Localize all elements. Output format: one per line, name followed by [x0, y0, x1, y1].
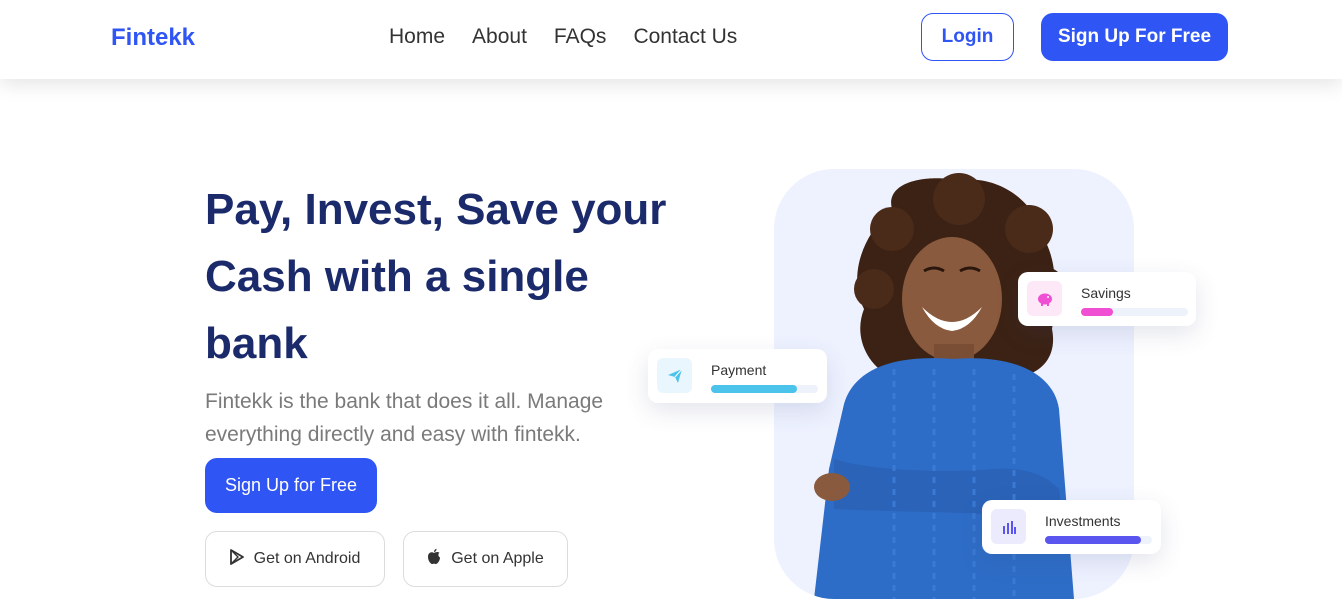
hero-signup-button[interactable]: Sign Up for Free: [205, 458, 377, 513]
hero-title: Pay, Invest, Save your Cash with a singl…: [205, 185, 667, 368]
site-header: Fintekk Home About FAQs Contact Us Login…: [0, 0, 1342, 79]
apple-store-label: Get on Apple: [451, 550, 544, 567]
bar-chart-icon: [991, 509, 1026, 544]
apple-icon: [427, 548, 441, 570]
payment-progress: [711, 385, 818, 393]
hero-subtitle: Fintekk is the bank that does it all. Ma…: [205, 390, 604, 446]
login-button[interactable]: Login: [921, 13, 1014, 61]
savings-progress: [1081, 308, 1188, 316]
send-icon: [657, 358, 692, 393]
android-store-button[interactable]: Get on Android: [205, 531, 385, 587]
brand-logo[interactable]: Fintekk: [111, 24, 195, 52]
nav-faqs[interactable]: FAQs: [554, 25, 607, 49]
nav-contact[interactable]: Contact Us: [633, 25, 737, 49]
main-nav: Home About FAQs Contact Us: [389, 25, 737, 49]
android-store-label: Get on Android: [253, 550, 361, 567]
payment-label: Payment: [711, 362, 767, 378]
investments-progress: [1045, 536, 1152, 544]
investments-card: Investments: [982, 500, 1161, 554]
investments-label: Investments: [1045, 513, 1121, 529]
signup-button[interactable]: Sign Up For Free: [1041, 13, 1228, 61]
payment-card: Payment: [648, 349, 827, 403]
savings-card: Savings: [1018, 272, 1196, 326]
nav-home[interactable]: Home: [389, 25, 445, 49]
nav-about[interactable]: About: [472, 25, 527, 49]
play-store-icon: [229, 548, 244, 570]
savings-label: Savings: [1081, 285, 1131, 301]
apple-store-button[interactable]: Get on Apple: [403, 531, 568, 587]
piggy-bank-icon: [1027, 281, 1062, 316]
